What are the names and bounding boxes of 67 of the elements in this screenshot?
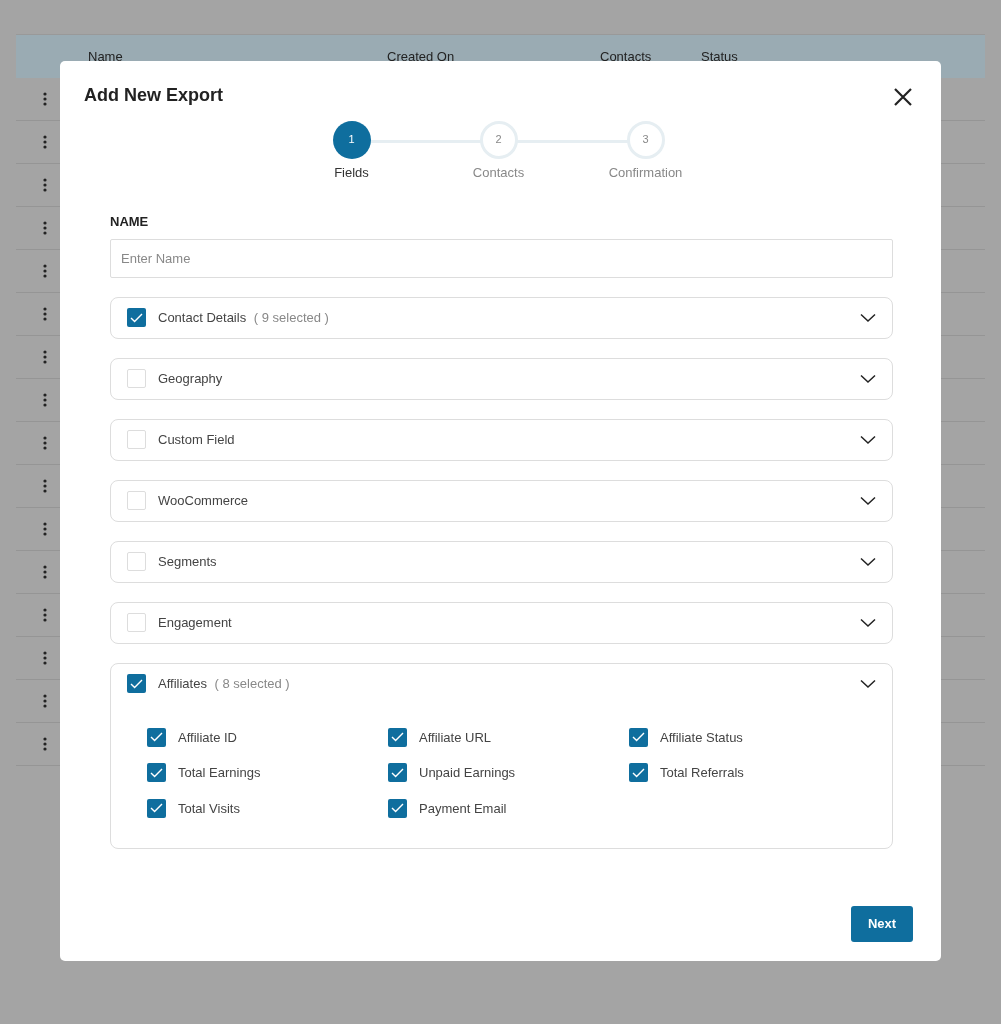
- modal-title: Add New Export: [84, 85, 223, 107]
- kebab-menu-icon[interactable]: [41, 220, 49, 236]
- step-label: Confirmation: [608, 163, 683, 182]
- kebab-menu-icon[interactable]: [41, 435, 49, 451]
- section-label[interactable]: Engagement: [158, 612, 232, 633]
- checkbox[interactable]: [127, 430, 146, 450]
- option-label: Payment Email: [419, 799, 507, 818]
- chevron-down-icon[interactable]: [860, 495, 876, 506]
- option-label: Total Earnings: [178, 764, 261, 783]
- step-label: Fields: [334, 163, 369, 182]
- kebab-menu-icon[interactable]: [41, 478, 49, 494]
- checkbox[interactable]: [127, 674, 146, 694]
- column-header: Contacts: [600, 47, 652, 66]
- option-label: Affiliate URL: [419, 728, 491, 747]
- checkbox[interactable]: [629, 727, 648, 747]
- checkbox[interactable]: [147, 798, 166, 818]
- kebab-menu-icon[interactable]: [41, 306, 49, 322]
- checkbox[interactable]: [388, 798, 407, 818]
- checkbox[interactable]: [127, 369, 146, 389]
- kebab-menu-icon[interactable]: [41, 134, 49, 150]
- kebab-menu-icon[interactable]: [41, 607, 49, 623]
- kebab-menu-icon[interactable]: [41, 263, 49, 279]
- section-label[interactable]: Contact Details ( 9 selected ): [158, 307, 329, 328]
- checkbox[interactable]: [127, 613, 146, 633]
- section-label[interactable]: WooCommerce: [158, 490, 249, 511]
- kebab-menu-icon[interactable]: [41, 177, 49, 193]
- kebab-menu-icon[interactable]: [41, 693, 49, 709]
- chevron-down-icon[interactable]: [860, 556, 876, 567]
- checkbox[interactable]: [629, 763, 648, 783]
- option-label: Total Referrals: [660, 764, 744, 783]
- kebab-menu-icon[interactable]: [41, 392, 49, 408]
- section-label[interactable]: Custom Field: [158, 429, 235, 450]
- chevron-down-icon[interactable]: [860, 434, 876, 445]
- checkbox[interactable]: [388, 763, 407, 783]
- section-label[interactable]: Segments: [158, 551, 217, 572]
- kebab-menu-icon[interactable]: [41, 521, 49, 537]
- name-field[interactable]: Enter Name: [110, 238, 893, 278]
- checkbox[interactable]: [127, 491, 146, 511]
- column-header: Created On: [387, 47, 455, 66]
- option-label: Total Visits: [178, 799, 240, 818]
- checkbox[interactable]: [147, 727, 166, 747]
- kebab-menu-icon[interactable]: [41, 736, 49, 752]
- checkbox[interactable]: [388, 727, 407, 747]
- step-circle[interactable]: 3: [626, 120, 665, 159]
- chevron-down-icon[interactable]: [860, 678, 876, 689]
- kebab-menu-icon[interactable]: [41, 349, 49, 365]
- option-label: Affiliate Status: [660, 728, 743, 747]
- option-label: Unpaid Earnings: [419, 764, 516, 783]
- column-header: Status: [701, 47, 738, 66]
- option-label: Affiliate ID: [178, 728, 237, 747]
- section-label[interactable]: Geography: [158, 368, 223, 389]
- kebab-menu-icon[interactable]: [41, 650, 49, 666]
- checkbox[interactable]: [127, 308, 146, 328]
- step-label: Contacts: [472, 163, 525, 182]
- kebab-menu-icon[interactable]: [41, 564, 49, 580]
- column-header: Name: [88, 47, 123, 66]
- field-label: NAME: [110, 213, 150, 232]
- checkbox[interactable]: [147, 763, 166, 783]
- kebab-menu-icon[interactable]: [41, 91, 49, 107]
- chevron-down-icon[interactable]: [860, 312, 876, 323]
- step-circle[interactable]: 1: [332, 120, 371, 159]
- step-circle[interactable]: 2: [479, 120, 518, 159]
- chevron-down-icon[interactable]: [860, 617, 876, 628]
- section-label[interactable]: Affiliates ( 8 selected ): [158, 673, 290, 694]
- chevron-down-icon[interactable]: [860, 373, 876, 384]
- next-button[interactable]: Next: [851, 906, 913, 942]
- checkbox[interactable]: [127, 552, 146, 572]
